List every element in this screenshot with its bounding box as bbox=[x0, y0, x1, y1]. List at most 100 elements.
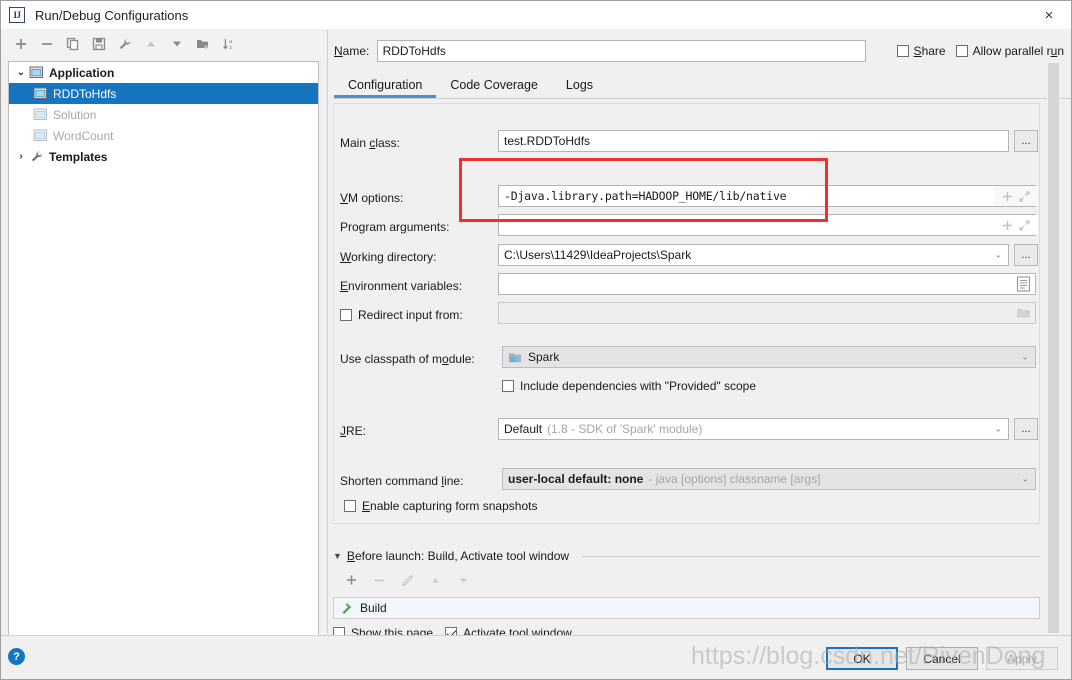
insert-macro-icon bbox=[1003, 220, 1012, 230]
working-directory-value: C:\Users\11429\IdeaProjects\Spark bbox=[504, 248, 692, 262]
tree-node-wordcount[interactable]: WordCount bbox=[9, 125, 318, 146]
main-class-browse-button[interactable]: ... bbox=[1014, 130, 1038, 152]
scrollbar-thumb[interactable] bbox=[1048, 63, 1059, 633]
arrow-down-icon[interactable] bbox=[165, 33, 189, 55]
application-icon bbox=[29, 66, 43, 78]
pencil-icon bbox=[395, 569, 419, 591]
before-launch-title: Before launch: Build, Activate tool wind… bbox=[346, 549, 570, 563]
working-directory-combo[interactable]: C:\Users\11429\IdeaProjects\Spark ⌄ bbox=[498, 244, 1009, 266]
enable-capturing-checkbox[interactable] bbox=[344, 500, 356, 512]
tree-node-templates[interactable]: › Templates bbox=[9, 146, 318, 167]
allow-parallel-run-label: Allow parallel run bbox=[972, 44, 1064, 58]
configurations-tree[interactable]: ⌄ Application RDDToHdfs Solution WordCou… bbox=[8, 61, 319, 636]
program-arguments-actions bbox=[994, 215, 1038, 235]
vertical-scrollbar[interactable] bbox=[1047, 63, 1060, 633]
program-arguments-label: Program arguments: bbox=[340, 220, 450, 234]
allow-parallel-run-checkbox[interactable] bbox=[955, 45, 968, 57]
bl-move-down-button bbox=[451, 569, 475, 591]
shorten-command-line-hint: - java [options] classname [args] bbox=[648, 472, 821, 486]
tree-node-label: WordCount bbox=[53, 128, 114, 143]
tab-configuration[interactable]: Configuration bbox=[334, 75, 437, 98]
jre-browse-button[interactable]: ... bbox=[1014, 418, 1038, 440]
jre-combo[interactable]: Default (1.8 - SDK of 'Spark' module) ⌄ bbox=[498, 418, 1009, 440]
use-classpath-label: Use classpath of module: bbox=[340, 352, 475, 366]
help-icon[interactable]: ? bbox=[8, 648, 25, 665]
configuration-form: Main class: test.RDDToHdfs ... VM option… bbox=[333, 103, 1040, 524]
editor-tabs: Configuration Code Coverage Logs bbox=[334, 72, 1064, 98]
wrench-icon bbox=[32, 151, 43, 162]
divider bbox=[582, 555, 1040, 557]
intellij-idea-icon: IJ bbox=[9, 7, 25, 23]
redirect-input-field bbox=[498, 302, 1036, 324]
chevron-down-icon[interactable]: ⌄ bbox=[994, 424, 1002, 435]
working-directory-browse-button[interactable]: ... bbox=[1014, 244, 1038, 266]
share-label: Share bbox=[913, 44, 946, 58]
enable-capturing-row[interactable]: Enable capturing form snapshots bbox=[344, 499, 537, 513]
tree-node-application[interactable]: ⌄ Application bbox=[9, 62, 318, 83]
use-classpath-value: Spark bbox=[528, 350, 560, 364]
program-arguments-input[interactable] bbox=[498, 214, 1036, 236]
tree-node-rddtohdfs[interactable]: RDDToHdfs bbox=[9, 83, 318, 104]
chevron-down-icon[interactable]: ⌄ bbox=[994, 250, 1002, 261]
remove-button[interactable] bbox=[35, 33, 59, 55]
include-dependencies-row[interactable]: Include dependencies with "Provided" sco… bbox=[502, 379, 756, 393]
tree-node-solution[interactable]: Solution bbox=[9, 104, 318, 125]
include-dependencies-checkbox[interactable] bbox=[502, 380, 514, 392]
before-launch-list[interactable]: Build bbox=[333, 597, 1040, 619]
before-launch-item-label: Build bbox=[360, 601, 387, 615]
folder-add-icon[interactable] bbox=[191, 33, 215, 55]
redirect-input-row: Redirect input from: bbox=[340, 308, 463, 322]
bl-add-button[interactable] bbox=[339, 569, 363, 591]
copy-icon[interactable] bbox=[61, 33, 85, 55]
save-icon[interactable] bbox=[87, 33, 111, 55]
module-icon bbox=[508, 352, 521, 362]
redirect-input-checkbox[interactable] bbox=[340, 309, 352, 321]
add-button[interactable] bbox=[9, 33, 33, 55]
folder-icon bbox=[1016, 306, 1031, 322]
title-bar: IJ Run/Debug Configurations × bbox=[1, 1, 1071, 29]
expand-icon bbox=[1019, 219, 1030, 231]
arrow-up-icon[interactable] bbox=[139, 33, 163, 55]
svg-text:z: z bbox=[229, 45, 232, 51]
bl-remove-button bbox=[367, 569, 391, 591]
include-dependencies-label: Include dependencies with "Provided" sco… bbox=[520, 379, 757, 393]
chevron-right-icon[interactable]: › bbox=[13, 151, 29, 162]
shorten-command-line-label: Shorten command line: bbox=[340, 474, 464, 488]
main-class-input[interactable]: test.RDDToHdfs bbox=[498, 130, 1009, 152]
triangle-down-icon[interactable]: ▼ bbox=[333, 551, 342, 561]
expand-icon bbox=[1019, 190, 1030, 202]
use-classpath-combo[interactable]: Spark ⌄ bbox=[502, 346, 1036, 368]
tab-logs[interactable]: Logs bbox=[552, 75, 607, 98]
before-launch-header[interactable]: ▼ Before launch: Build, Activate tool wi… bbox=[333, 549, 1040, 563]
bl-move-up-button bbox=[423, 569, 447, 591]
run-config-icon bbox=[33, 129, 47, 141]
env-list-icon[interactable] bbox=[1016, 276, 1031, 295]
jre-label: JRE: bbox=[340, 424, 367, 438]
configurations-toolbar: a z bbox=[1, 30, 326, 58]
ok-button[interactable]: OK bbox=[826, 647, 898, 670]
run-config-icon bbox=[33, 87, 47, 99]
jre-value: Default bbox=[504, 422, 543, 436]
close-icon[interactable]: × bbox=[1027, 1, 1071, 29]
chevron-down-icon[interactable]: ⌄ bbox=[1021, 474, 1029, 485]
wrench-icon[interactable] bbox=[113, 33, 137, 55]
cancel-button[interactable]: Cancel bbox=[906, 647, 978, 670]
shorten-command-line-combo[interactable]: user-local default: none - java [options… bbox=[502, 468, 1036, 490]
before-launch-toolbar bbox=[333, 569, 1040, 591]
window-title: Run/Debug Configurations bbox=[35, 7, 189, 23]
run-debug-configurations-dialog: IJ Run/Debug Configurations × a z ⌄ Appl… bbox=[0, 0, 1072, 680]
vm-options-input[interactable]: -Djava.library.path=HADOOP_HOME/lib/nati… bbox=[498, 185, 1036, 207]
environment-variables-label: Environment variables: bbox=[340, 279, 463, 293]
redirect-input-label: Redirect input from: bbox=[358, 308, 463, 322]
environment-variables-input[interactable] bbox=[498, 273, 1036, 295]
name-input[interactable]: RDDToHdfs bbox=[376, 40, 866, 62]
chevron-down-icon[interactable]: ⌄ bbox=[1021, 352, 1029, 363]
sort-az-icon[interactable]: a z bbox=[217, 33, 241, 55]
dialog-button-bar: ? OK Cancel Apply bbox=[1, 635, 1071, 679]
tree-node-label: Templates bbox=[49, 149, 108, 164]
tab-code-coverage[interactable]: Code Coverage bbox=[436, 75, 552, 98]
share-checkbox[interactable] bbox=[896, 45, 909, 57]
tree-node-label: Application bbox=[49, 65, 115, 80]
chevron-down-icon[interactable]: ⌄ bbox=[13, 67, 29, 78]
name-row: Name: RDDToHdfs Share Allow parallel run bbox=[334, 39, 1064, 63]
